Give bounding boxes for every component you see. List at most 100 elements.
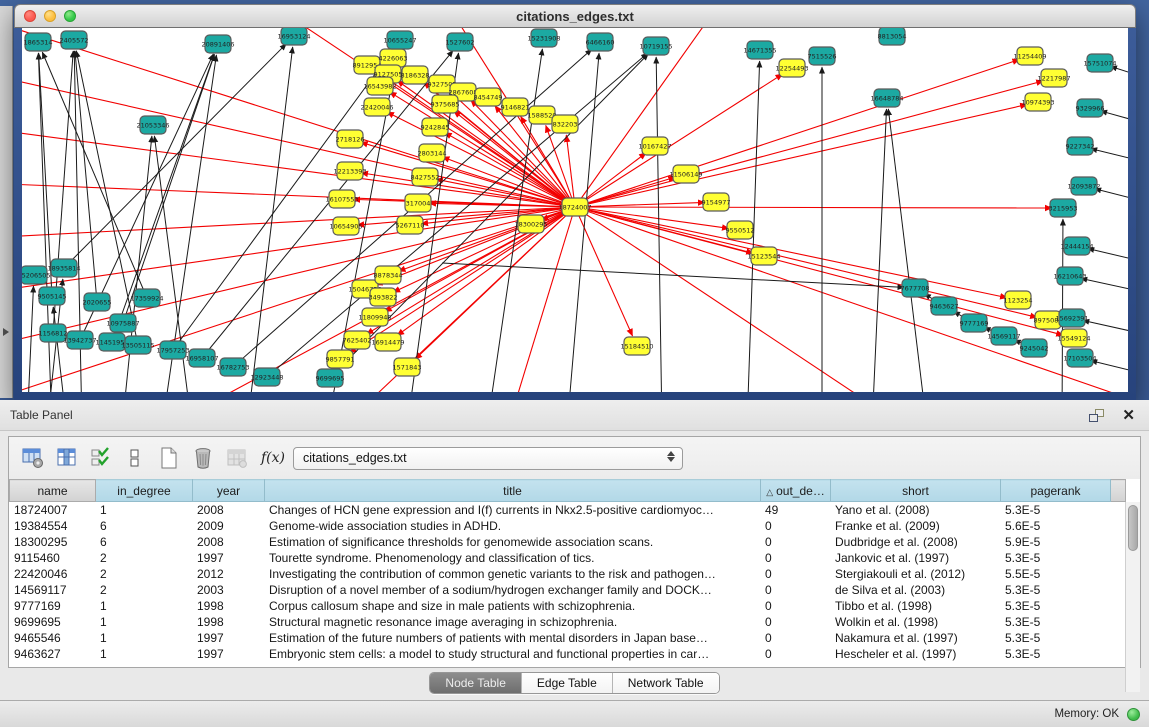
column-header-short[interactable]: short — [831, 480, 1001, 502]
column-header-pagerank[interactable]: pagerank — [1001, 480, 1111, 502]
table-cell[interactable]: Tibbo et al. (1998) — [830, 598, 1000, 614]
network-node[interactable]: 18724007 — [558, 198, 591, 216]
network-node[interactable]: 1527602 — [446, 33, 475, 51]
network-node[interactable]: 16210643 — [1053, 267, 1086, 285]
column-header-out_de[interactable]: △out_de… — [761, 480, 831, 502]
network-node[interactable]: 10975887 — [106, 314, 139, 332]
network-node[interactable]: 4226063 — [379, 49, 408, 67]
table-cell[interactable]: 9777169 — [9, 598, 95, 614]
network-node[interactable]: 2020655 — [83, 293, 112, 311]
column-header-in_degree[interactable]: in_degree — [96, 480, 193, 502]
table-cell[interactable]: Tourette syndrome. Phenomenology and cla… — [264, 550, 760, 566]
table-cell[interactable]: 0 — [760, 518, 830, 534]
network-node[interactable]: 1571843 — [393, 358, 422, 376]
table-row[interactable]: 911546021997Tourette syndrome. Phenomeno… — [9, 550, 1125, 566]
network-node[interactable]: 12923448 — [250, 368, 283, 386]
table-row[interactable]: 1872400712008Changes of HCN gene express… — [9, 502, 1125, 518]
window-titlebar[interactable]: citations_edges.txt — [14, 4, 1136, 28]
network-node[interactable]: 8878344 — [374, 266, 403, 284]
scrollbar-thumb[interactable] — [1128, 505, 1138, 551]
table-cell[interactable]: 5.3E-5 — [1000, 502, 1110, 518]
network-node[interactable]: 12444154 — [1060, 237, 1093, 255]
table-cell[interactable]: 5.9E-5 — [1000, 534, 1110, 550]
table-cell[interactable]: 2008 — [192, 534, 264, 550]
network-node[interactable]: 3215953 — [1049, 199, 1078, 217]
tab-node-table[interactable]: Node Table — [430, 673, 522, 693]
network-node[interactable]: 9699695 — [316, 369, 345, 387]
network-node[interactable]: 9550512 — [726, 221, 755, 239]
table-cell[interactable]: 1 — [95, 646, 192, 662]
column-header-title[interactable]: title — [265, 480, 761, 502]
table-cell[interactable]: 1998 — [192, 598, 264, 614]
table-cell[interactable]: 0 — [760, 646, 830, 662]
network-node[interactable]: 10655247 — [383, 31, 416, 49]
network-node[interactable]: 21053346 — [136, 116, 169, 134]
table-cell[interactable]: 5.3E-5 — [1000, 614, 1110, 630]
network-node[interactable]: 10719155 — [639, 37, 672, 55]
network-node[interactable]: 12213393 — [333, 162, 366, 180]
table-cell[interactable]: 2009 — [192, 518, 264, 534]
network-node[interactable]: 25206505 — [22, 266, 51, 284]
network-node[interactable]: 1865314 — [24, 33, 53, 51]
table-cell[interactable]: 6 — [95, 518, 192, 534]
network-node[interactable]: 2803144 — [418, 144, 447, 162]
network-node[interactable]: 7625402 — [343, 331, 372, 349]
table-cell[interactable]: 19384554 — [9, 518, 95, 534]
table-cell[interactable]: 0 — [760, 582, 830, 598]
network-node[interactable]: 12217987 — [1037, 69, 1070, 87]
table-cell[interactable]: 0 — [760, 534, 830, 550]
table-cell[interactable]: 5.6E-5 — [1000, 518, 1110, 534]
network-node[interactable]: 5267110 — [396, 216, 425, 234]
network-node[interactable]: 15184510 — [620, 337, 653, 355]
network-node[interactable]: 15123544 — [747, 247, 780, 265]
network-node[interactable]: 2718126 — [336, 130, 365, 148]
delete-trash-icon[interactable] — [189, 444, 217, 472]
network-node[interactable]: 9375685 — [431, 95, 460, 113]
table-cell[interactable]: Corpus callosum shape and size in male p… — [264, 598, 760, 614]
network-node[interactable]: 832203 — [552, 115, 578, 133]
collapse-arrow-icon[interactable] — [3, 328, 9, 336]
table-row[interactable]: 946554611997Estimation of the future num… — [9, 630, 1125, 646]
network-canvas[interactable]: 1872400718300295891295442260639127505165… — [22, 28, 1128, 392]
table-cell[interactable]: 1 — [95, 614, 192, 630]
table-cell[interactable]: Dudbridge et al. (2008) — [830, 534, 1000, 550]
table-cell[interactable]: Stergiakouli et al. (2012) — [830, 566, 1000, 582]
network-node[interactable]: 16107553 — [325, 190, 358, 208]
network-node[interactable]: 18300295 — [514, 215, 547, 233]
network-node[interactable]: 8427552 — [411, 168, 440, 186]
table-cell[interactable]: 0 — [760, 598, 830, 614]
table-cell[interactable]: Estimation of significance thresholds fo… — [264, 534, 760, 550]
table-cell[interactable]: 6 — [95, 534, 192, 550]
table-cell[interactable]: Changes of HCN gene expression and I(f) … — [264, 502, 760, 518]
table-cell[interactable]: Jankovic et al. (1997) — [830, 550, 1000, 566]
network-node[interactable]: 7515526 — [808, 47, 837, 65]
network-node[interactable]: 16953124 — [277, 28, 310, 45]
network-node[interactable]: 9329966 — [1076, 99, 1105, 117]
network-node[interactable]: 9777169 — [960, 314, 989, 332]
table-cell[interactable]: 5.5E-5 — [1000, 566, 1110, 582]
network-node[interactable]: 8454749 — [474, 88, 503, 106]
network-node[interactable]: 15751074 — [1083, 54, 1116, 72]
network-node[interactable]: 18935814 — [47, 259, 80, 277]
network-node[interactable]: 6466160 — [586, 33, 615, 51]
show-column-icon[interactable] — [53, 444, 81, 472]
close-panel-icon[interactable]: ✕ — [1122, 408, 1135, 423]
row-height-icon[interactable] — [121, 444, 149, 472]
network-node[interactable]: 10974393 — [1021, 93, 1054, 111]
table-cell[interactable]: 1997 — [192, 630, 264, 646]
tab-network-table[interactable]: Network Table — [613, 673, 719, 693]
table-cell[interactable]: Franke et al. (2009) — [830, 518, 1000, 534]
table-row[interactable]: 969969511998Structural magnetic resonanc… — [9, 614, 1125, 630]
table-cell[interactable]: 5.3E-5 — [1000, 582, 1110, 598]
network-node[interactable]: 9154977 — [702, 193, 731, 211]
table-cell[interactable]: 14569117 — [9, 582, 95, 598]
table-cell[interactable]: 22420046 — [9, 566, 95, 582]
table-cell[interactable]: 2 — [95, 566, 192, 582]
import-table-icon[interactable] — [223, 444, 251, 472]
network-node[interactable]: 9245042 — [1020, 339, 1049, 357]
table-cell[interactable]: 18300295 — [9, 534, 95, 550]
network-node[interactable]: 12254493 — [775, 59, 808, 77]
select-rows-icon[interactable] — [87, 444, 115, 472]
tab-edge-table[interactable]: Edge Table — [522, 673, 613, 693]
network-node[interactable]: 9242845 — [421, 118, 450, 136]
